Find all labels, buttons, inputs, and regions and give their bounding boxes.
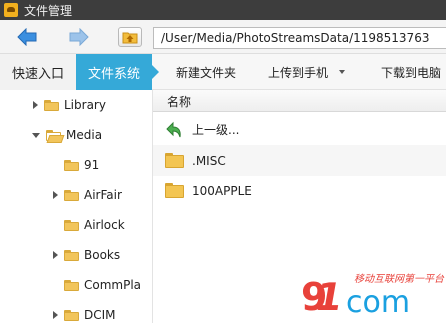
watermark-tagline: 移动互联网第一平台 bbox=[354, 273, 445, 285]
watermark-91-logo-icon: 9 1 com 移动互联网第一平台 bbox=[301, 273, 445, 320]
list-item[interactable]: .MISC bbox=[153, 145, 446, 176]
chevron-down-icon[interactable] bbox=[339, 70, 346, 74]
toolbar: /User/Media/PhotoStreamsData/1198513763 bbox=[0, 20, 446, 54]
arrow-left-icon bbox=[17, 28, 37, 46]
tree-item-label: DCIM bbox=[84, 308, 116, 322]
tree-item-label: Books bbox=[84, 248, 121, 262]
expand-arrow-icon[interactable] bbox=[33, 101, 38, 109]
up-level-button[interactable] bbox=[118, 27, 142, 47]
tree-item-label: CommPla bbox=[84, 278, 142, 292]
upload-label: 上传到手机 bbox=[268, 65, 329, 80]
list-header: 名称 bbox=[153, 90, 446, 112]
tree-item-label: Media bbox=[66, 128, 103, 142]
tree-item-airlock[interactable]: Airlock bbox=[0, 213, 153, 237]
folder-icon bbox=[64, 309, 79, 321]
tree-item-commpla[interactable]: CommPla bbox=[0, 273, 153, 297]
folder-icon bbox=[64, 219, 79, 231]
tree-item-91[interactable]: 91 bbox=[0, 153, 153, 177]
tree-item-library[interactable]: Library bbox=[0, 93, 153, 117]
tree-item-label: AirFair bbox=[84, 188, 122, 202]
folder-icon bbox=[64, 189, 79, 201]
tree-item-media[interactable]: Media bbox=[0, 123, 153, 147]
folder-icon bbox=[164, 153, 184, 168]
folder-icon bbox=[64, 279, 79, 291]
folder-tree: Library Media 91 AirFair Airlock Books C… bbox=[0, 90, 153, 323]
new-folder-label: 新建文件夹 bbox=[176, 65, 237, 80]
tab-quick-access[interactable]: 快速入口 bbox=[0, 54, 76, 90]
window-title: 文件管理 bbox=[24, 3, 73, 18]
column-header-name[interactable]: 名称 bbox=[167, 93, 191, 110]
watermark-logo: 9 1 com 移动互联网第一平台 bbox=[296, 262, 446, 323]
app-logo-icon bbox=[4, 3, 18, 17]
list-item-parent[interactable]: 上一级... bbox=[153, 114, 446, 145]
title-bar: 文件管理 bbox=[0, 0, 446, 20]
list-item[interactable]: 100APPLE bbox=[153, 175, 446, 206]
forward-button[interactable] bbox=[68, 26, 90, 48]
list-item-label: 100APPLE bbox=[192, 183, 252, 198]
tab-file-system[interactable]: 文件系统 bbox=[76, 54, 159, 90]
tree-item-label: Library bbox=[64, 98, 106, 112]
folder-icon bbox=[64, 159, 79, 171]
download-to-pc-button[interactable]: 下载到电脑 bbox=[381, 54, 441, 90]
folder-icon bbox=[64, 249, 79, 261]
path-input[interactable]: /User/Media/PhotoStreamsData/1198513763 bbox=[153, 27, 446, 49]
list-item-label: 上一级... bbox=[192, 123, 240, 137]
collapse-arrow-icon[interactable] bbox=[32, 132, 40, 138]
folder-up-icon bbox=[122, 32, 138, 44]
tree-item-label: Airlock bbox=[84, 218, 125, 232]
arrow-right-icon bbox=[69, 28, 89, 46]
tab-bar: 快速入口 文件系统 新建文件夹 上传到手机 下载到电脑 bbox=[0, 54, 446, 90]
upload-to-phone-button[interactable]: 上传到手机 bbox=[268, 54, 346, 90]
download-label: 下载到电脑 bbox=[381, 65, 442, 80]
back-arrow-icon bbox=[164, 120, 184, 140]
tree-item-dcim[interactable]: DCIM bbox=[0, 303, 153, 323]
watermark-brand: com bbox=[346, 285, 410, 320]
tree-item-books[interactable]: Books bbox=[0, 243, 153, 267]
back-button[interactable] bbox=[16, 26, 38, 48]
tree-item-label: 91 bbox=[84, 158, 100, 172]
folder-icon bbox=[164, 183, 184, 198]
expand-arrow-icon[interactable] bbox=[53, 251, 58, 259]
expand-arrow-icon[interactable] bbox=[53, 191, 58, 199]
list-item-label: .MISC bbox=[192, 153, 226, 168]
expand-arrow-icon[interactable] bbox=[53, 311, 58, 319]
folder-icon bbox=[44, 99, 59, 111]
tree-item-airfair[interactable]: AirFair bbox=[0, 183, 153, 207]
open-folder-icon bbox=[46, 129, 61, 141]
new-folder-button[interactable]: 新建文件夹 bbox=[176, 54, 236, 90]
